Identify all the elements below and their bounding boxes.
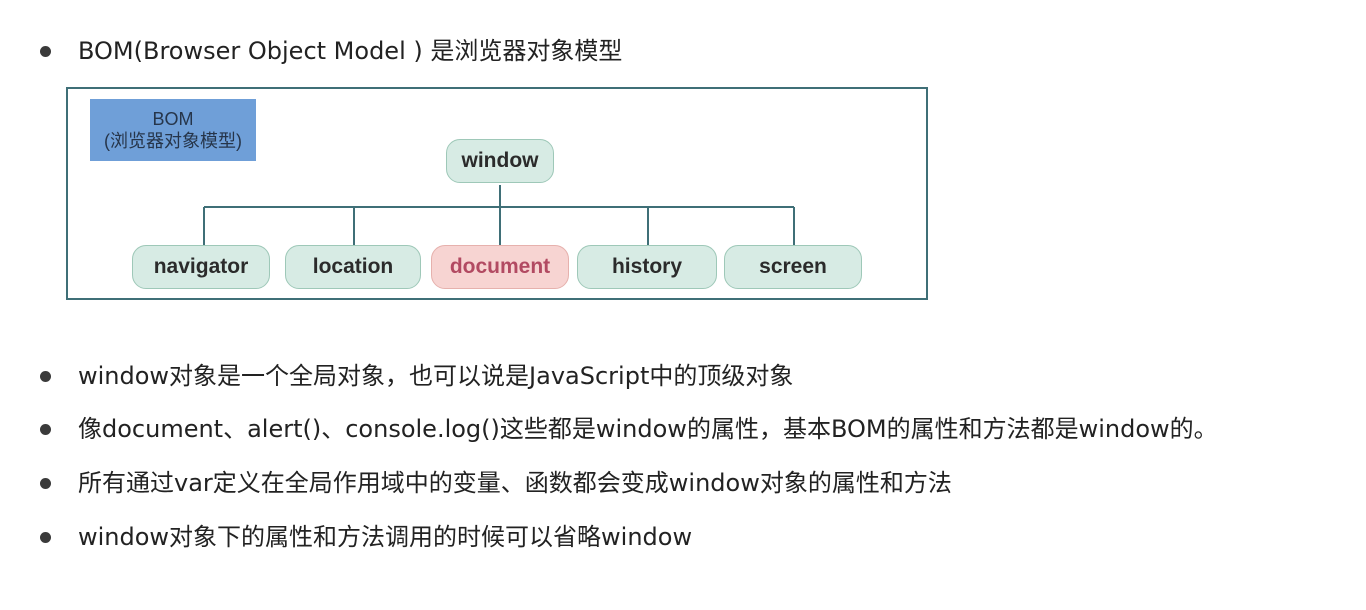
bullet-text: 像document、alert()、console.log()这些都是windo… [78, 415, 1218, 443]
bullet-dot [40, 423, 51, 435]
bullet-item: window对象是一个全局对象，也可以说是JavaScript中的顶级对象 [40, 360, 793, 392]
bullet-text: window对象下的属性和方法调用的时候可以省略window [78, 523, 693, 551]
bullet-dot [40, 531, 51, 543]
bom-label-subtitle: (浏览器对象模型) [104, 131, 242, 151]
bom-label-box: BOM (浏览器对象模型) [90, 99, 256, 161]
bullet-text: 所有通过var定义在全局作用域中的变量、函数都会变成window对象的属性和方法 [78, 469, 952, 497]
intro-bullet: BOM(Browser Object Model ) 是浏览器对象模型 [40, 35, 622, 67]
bullet-dot [40, 370, 51, 382]
node-screen: screen [724, 245, 862, 289]
node-document: document [431, 245, 569, 289]
bullet-item: window对象下的属性和方法调用的时候可以省略window [40, 521, 692, 553]
node-location: location [285, 245, 421, 289]
bullet-item: 像document、alert()、console.log()这些都是windo… [40, 413, 1218, 445]
bom-diagram: BOM (浏览器对象模型) window navigator location … [66, 87, 928, 300]
bullet-dot [40, 477, 51, 489]
node-navigator: navigator [132, 245, 270, 289]
bullet-dot [40, 45, 51, 57]
bom-label-title: BOM [152, 109, 194, 129]
intro-text: BOM(Browser Object Model ) 是浏览器对象模型 [78, 37, 623, 65]
bullet-item: 所有通过var定义在全局作用域中的变量、函数都会变成window对象的属性和方法 [40, 467, 952, 499]
bullet-text: window对象是一个全局对象，也可以说是JavaScript中的顶级对象 [78, 362, 794, 390]
node-history: history [577, 245, 717, 289]
node-window: window [446, 139, 554, 183]
